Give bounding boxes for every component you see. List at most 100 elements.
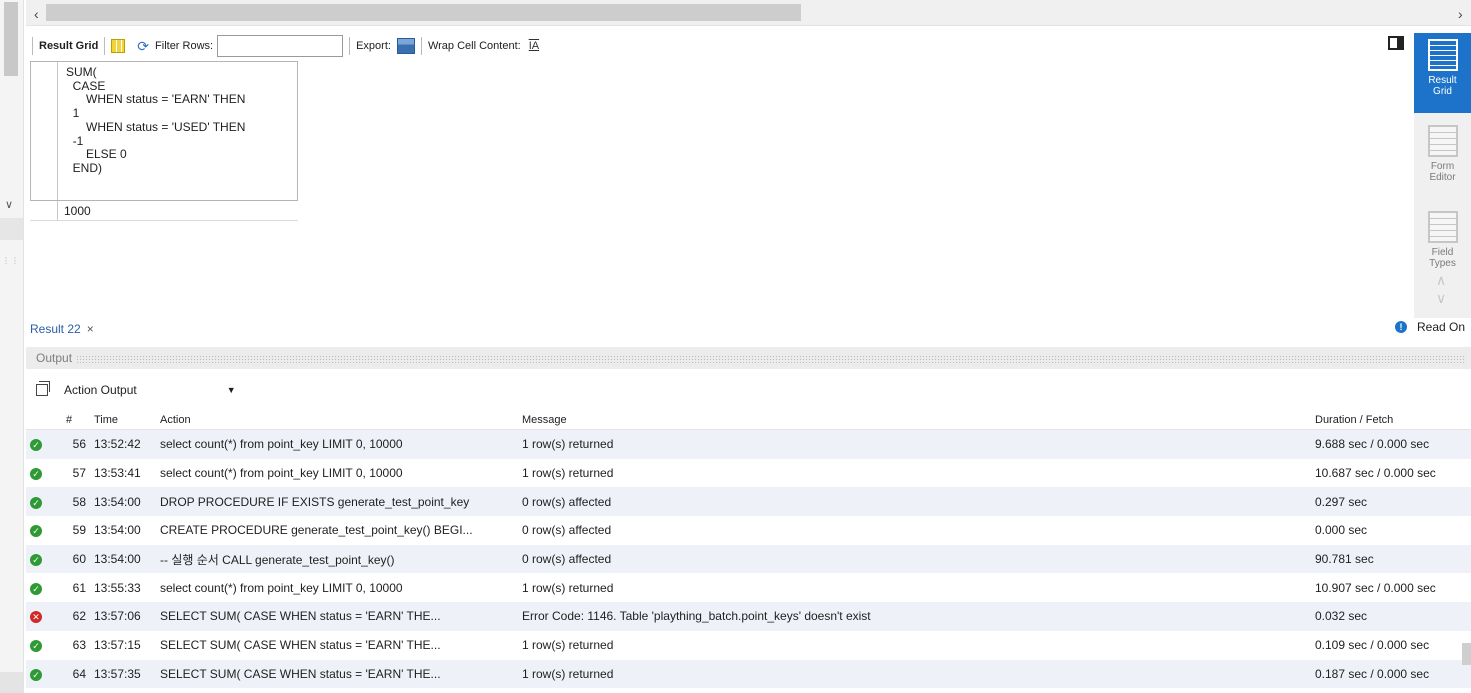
read-only-status: ! Read On bbox=[1395, 320, 1465, 334]
row-action: CREATE PROCEDURE generate_test_point_key… bbox=[160, 523, 473, 538]
status-cell: ✓ bbox=[26, 667, 54, 681]
status-cell: ✓ bbox=[26, 638, 54, 653]
result-grid-icon bbox=[1427, 39, 1458, 71]
wrap-cell-icon[interactable]: IA bbox=[529, 40, 539, 52]
grid-view-icon[interactable] bbox=[111, 39, 126, 53]
row-action: SELECT SUM( CASE WHEN status = 'EARN' TH… bbox=[160, 666, 441, 681]
result-grid-button[interactable]: Result Grid bbox=[1414, 33, 1471, 113]
grid-cell[interactable]: 1000 bbox=[58, 201, 91, 220]
result-grid-label: Result Grid bbox=[39, 40, 99, 52]
filter-rows-label: Filter Rows: bbox=[155, 40, 214, 52]
status-cell: ✓ bbox=[26, 437, 54, 452]
row-time: 13:57:35 bbox=[94, 666, 141, 681]
row-message: 0 row(s) affected bbox=[522, 494, 612, 509]
row-time: 13:55:33 bbox=[94, 580, 141, 595]
splitter-handle[interactable]: ⋮⋮ bbox=[2, 256, 20, 265]
tab-result-22[interactable]: Result 22 × bbox=[30, 318, 94, 340]
toolbar-divider bbox=[420, 37, 422, 55]
row-number-cell bbox=[30, 201, 58, 220]
chevron-down-icon[interactable]: ∨ bbox=[5, 198, 13, 211]
table-row[interactable]: ✓ 63 13:57:15 SELECT SUM( CASE WHEN status … bbox=[26, 631, 1471, 660]
row-duration: 90.781 sec bbox=[1315, 552, 1374, 567]
close-icon[interactable]: × bbox=[87, 322, 94, 336]
output-panel-header: Output bbox=[26, 347, 1471, 369]
check-circle-icon: ✓ bbox=[30, 496, 42, 509]
row-duration: 0.000 sec bbox=[1315, 523, 1368, 538]
horizontal-scrollbar-thumb[interactable] bbox=[46, 4, 801, 21]
scroll-right-icon[interactable]: › bbox=[1458, 6, 1463, 22]
row-time: 13:52:42 bbox=[94, 437, 141, 452]
table-row[interactable]: 1000 bbox=[30, 201, 298, 221]
tab-label: Result 22 bbox=[30, 322, 81, 336]
column-header-message[interactable]: Message bbox=[522, 414, 1315, 426]
row-message: 1 row(s) returned bbox=[522, 466, 614, 481]
check-circle-icon: ✓ bbox=[30, 554, 42, 567]
table-row[interactable]: ✓ 56 13:52:42 select count(*) from point_ke… bbox=[26, 430, 1471, 459]
export-label: Export: bbox=[356, 40, 391, 52]
row-time: 13:54:00 bbox=[94, 523, 141, 538]
table-row[interactable]: ✓ 59 13:54:00 CREATE PROCEDURE generate_tes… bbox=[26, 516, 1471, 545]
drag-grip[interactable] bbox=[76, 354, 1467, 363]
column-header-action[interactable]: Action bbox=[160, 414, 522, 426]
left-panel-footer bbox=[0, 672, 23, 693]
row-duration: 10.907 sec / 0.000 sec bbox=[1315, 580, 1436, 595]
table-row[interactable]: ✓ 61 13:55:33 select count(*) from point_ke… bbox=[26, 573, 1471, 602]
table-row[interactable]: ✕ 62 13:57:06 SELECT SUM( CASE WHEN status … bbox=[26, 602, 1471, 631]
row-num: 56 bbox=[72, 437, 86, 452]
output-type-selector[interactable]: Action Output ▼ bbox=[36, 381, 236, 397]
form-editor-button-label: Form Editor bbox=[1429, 161, 1456, 183]
row-time: 13:57:06 bbox=[94, 609, 141, 624]
left-panel-item[interactable] bbox=[0, 218, 23, 240]
row-action: DROP PROCEDURE IF EXISTS generate_test_p… bbox=[160, 494, 470, 509]
column-header-duration[interactable]: Duration / Fetch bbox=[1315, 414, 1465, 426]
status-cell: ✓ bbox=[26, 523, 54, 538]
row-message: 0 row(s) affected bbox=[522, 523, 612, 538]
status-cell: ✓ bbox=[26, 581, 54, 595]
table-row[interactable]: ✓ 58 13:54:00 DROP PROCEDURE IF EXISTS gene… bbox=[26, 487, 1471, 517]
field-types-icon bbox=[1427, 211, 1458, 243]
status-cell: ✓ bbox=[26, 552, 54, 567]
scroll-left-icon[interactable]: ‹ bbox=[34, 6, 39, 22]
table-row[interactable]: ✓ 64 13:57:35 SELECT SUM( CASE WHEN status … bbox=[26, 659, 1471, 689]
row-time: 13:54:00 bbox=[94, 494, 141, 509]
grid-column-header[interactable]: SUM( CASE WHEN status = 'EARN' THEN 1 WH… bbox=[30, 61, 298, 201]
filter-rows-input[interactable] bbox=[217, 35, 344, 57]
result-grid: SUM( CASE WHEN status = 'EARN' THEN 1 WH… bbox=[30, 61, 298, 221]
row-num: 59 bbox=[72, 523, 86, 538]
row-action: SELECT SUM( CASE WHEN status = 'EARN' TH… bbox=[160, 638, 441, 653]
table-row[interactable]: ✓ 57 13:53:41 select count(*) from point_ke… bbox=[26, 459, 1471, 488]
row-time: 13:53:41 bbox=[94, 466, 141, 481]
table-row[interactable]: ✓ 60 13:54:00 -- 실행 순서 CALL generate_test_p… bbox=[26, 544, 1471, 574]
row-action: SELECT SUM( CASE WHEN status = 'EARN' TH… bbox=[160, 609, 441, 624]
result-grid-button-label: Result Grid bbox=[1428, 75, 1457, 97]
chevron-down-icon[interactable]: ∨ bbox=[1436, 290, 1446, 307]
chevron-down-icon[interactable]: ▼ bbox=[227, 385, 236, 395]
column-header-num[interactable]: # bbox=[54, 414, 94, 426]
left-scrollbar-thumb[interactable] bbox=[4, 2, 18, 76]
row-num: 63 bbox=[72, 638, 86, 653]
export-icon[interactable] bbox=[396, 38, 415, 54]
check-circle-icon: ✓ bbox=[30, 582, 42, 595]
chevron-up-icon[interactable]: ∧ bbox=[1436, 272, 1446, 289]
column-header-time[interactable]: Time bbox=[94, 414, 160, 426]
row-duration: 0.109 sec / 0.000 sec bbox=[1315, 638, 1430, 653]
row-duration: 10.687 sec / 0.000 sec bbox=[1315, 466, 1436, 481]
row-duration: 0.297 sec bbox=[1315, 494, 1368, 509]
row-action: select count(*) from point_key LIMIT 0, … bbox=[160, 580, 403, 595]
form-editor-button[interactable]: Form Editor bbox=[1414, 119, 1471, 191]
table-header: # Time Action Message Duration / Fetch bbox=[26, 410, 1471, 430]
toggle-panel-icon[interactable] bbox=[1388, 36, 1404, 50]
row-time: 13:54:00 bbox=[94, 552, 141, 567]
row-duration: 0.032 sec bbox=[1315, 609, 1368, 624]
row-message: 1 row(s) returned bbox=[522, 638, 614, 653]
field-types-button[interactable]: Field Types bbox=[1414, 205, 1471, 277]
vertical-scrollbar-thumb[interactable] bbox=[1462, 643, 1471, 665]
check-circle-icon: ✓ bbox=[30, 439, 42, 452]
row-action: -- 실행 순서 CALL generate_test_point_key() bbox=[160, 552, 395, 567]
copy-icon[interactable] bbox=[36, 381, 50, 396]
row-num: 64 bbox=[72, 666, 86, 681]
workbench-window: ∨ ⋮⋮ ‹ › Result Grid ⟳ Filter Rows: Expo… bbox=[0, 0, 1471, 693]
refresh-icon[interactable]: ⟳ bbox=[137, 38, 149, 55]
horizontal-scrollbar[interactable]: ‹ › bbox=[26, 0, 1471, 26]
status-cell: ✓ bbox=[26, 495, 54, 509]
